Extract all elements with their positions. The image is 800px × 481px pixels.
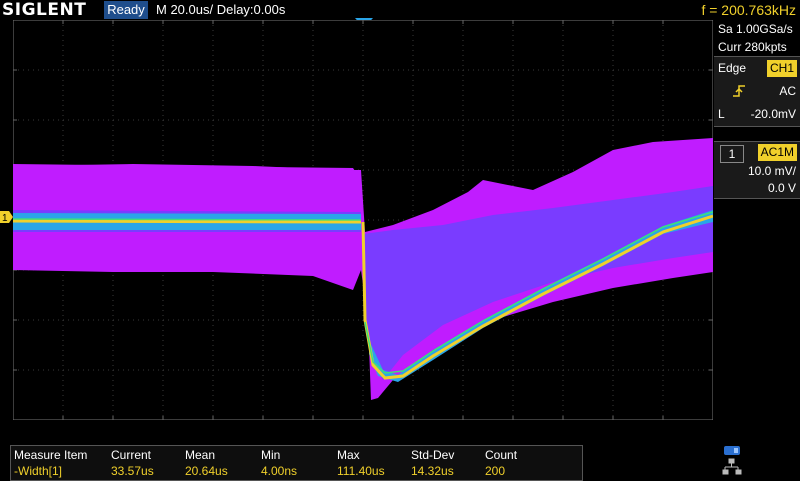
rising-edge-icon: [733, 85, 745, 97]
top-bar: SIGLENT Ready M 20.0us/ Delay:0.00s f = …: [0, 0, 800, 20]
run-status-badge[interactable]: Ready: [104, 1, 148, 19]
measure-value-cell: 20.64us: [185, 464, 228, 478]
channel-scale: 10.0 mV/: [747, 164, 796, 178]
channel-coupling: AC1M: [757, 144, 797, 161]
channel1-panel[interactable]: 1 AC1M 10.0 mV/ 0.0 V: [714, 141, 800, 199]
measure-header-cell: Std-Dev: [411, 448, 455, 462]
timebase-readout[interactable]: M 20.0us/ Delay:0.00s: [156, 1, 285, 19]
waveform-grid: [13, 20, 713, 420]
measure-header-cell: Count: [485, 448, 518, 462]
trigger-panel[interactable]: Edge CH1 AC L -20.0mV: [714, 56, 800, 127]
measure-value-cell: 4.00ns: [261, 464, 298, 478]
network-icon: [722, 458, 742, 475]
trigger-level: -20.0mV: [750, 107, 796, 121]
trigger-source[interactable]: CH1: [766, 60, 797, 77]
measure-header-cell: Max: [337, 448, 360, 462]
channel-offset: 0.0 V: [767, 181, 796, 195]
measurement-value-row: -Width[1] 33.57us 20.64us 4.00ns 111.40us 14.…: [11, 463, 582, 479]
usb-icon: [724, 446, 740, 455]
measurement-table: Measure Item Current Mean Min Max Std-Dev Coun…: [10, 445, 583, 481]
brand-logo: SIGLENT: [2, 0, 87, 20]
trigger-type: Edge: [718, 61, 747, 75]
waveform-display[interactable]: [13, 20, 713, 420]
sample-rate: Sa 1.00GSa/s: [718, 22, 793, 36]
svg-text:1: 1: [2, 213, 8, 223]
measure-value-cell: 111.40us: [337, 464, 385, 478]
memory-depth: Curr 280kpts: [718, 40, 787, 54]
measure-value-cell: 33.57us: [111, 464, 154, 478]
measurement-header-row: Measure Item Current Mean Min Max Std-Dev Coun…: [11, 447, 582, 463]
measure-header-cell: Mean: [185, 448, 216, 462]
measure-value-cell: 200: [485, 464, 506, 478]
channel1-level-marker-icon[interactable]: 1: [0, 211, 13, 223]
trigger-level-label: L: [718, 107, 725, 121]
trigger-coupling: AC: [779, 84, 796, 98]
measure-header-cell: Current: [111, 448, 152, 462]
status-icons: [722, 446, 742, 475]
side-panel: Sa 1.00GSa/s Curr 280kpts Edge CH1 AC L …: [714, 20, 800, 127]
measure-header-cell: Min: [261, 448, 281, 462]
frequency-counter: f = 200.763kHz: [701, 2, 796, 18]
measure-header-cell: Measure Item: [14, 448, 88, 462]
measure-value-cell: -Width[1]: [14, 464, 63, 478]
channel-number: 1: [720, 145, 744, 163]
measure-value-cell: 14.32us: [411, 464, 454, 478]
